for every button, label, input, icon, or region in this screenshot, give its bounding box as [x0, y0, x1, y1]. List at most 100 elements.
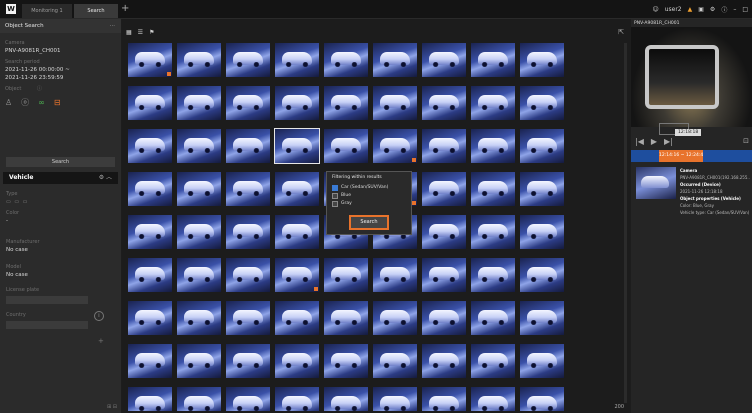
vehicle-thumbnail[interactable]: [274, 128, 320, 164]
vehicle-thumbnail[interactable]: [177, 215, 221, 249]
vehicle-thumbnail[interactable]: [226, 172, 270, 206]
search-button[interactable]: Search: [6, 157, 115, 167]
camera-value[interactable]: PNV-A9081R_CH001: [5, 47, 116, 55]
vehicle-thumbnail[interactable]: [275, 215, 319, 249]
vehicle-thumbnail[interactable]: [177, 43, 221, 77]
user-name[interactable]: user2: [665, 6, 682, 13]
vehicle-thumbnail[interactable]: [471, 215, 515, 249]
vehicle-thumbnail[interactable]: [275, 301, 319, 335]
grid-view-icon[interactable]: ▦: [126, 29, 132, 36]
vehicle-thumbnail[interactable]: [471, 301, 515, 335]
vehicle-thumbnail[interactable]: [373, 258, 417, 292]
vehicle-thumbnail[interactable]: [324, 387, 368, 411]
vehicle-thumbnail[interactable]: [324, 43, 368, 77]
vehicle-thumbnail[interactable]: [275, 43, 319, 77]
vehicle-thumbnail[interactable]: [128, 129, 172, 163]
vehicle-thumbnail[interactable]: [226, 86, 270, 120]
vehicle-thumbnail[interactable]: [373, 43, 417, 77]
lock-icon[interactable]: ▣: [698, 6, 704, 13]
vehicle-thumbnail[interactable]: [226, 301, 270, 335]
checkbox[interactable]: [332, 193, 338, 199]
add-tab-button[interactable]: +: [121, 3, 129, 15]
user-icon[interactable]: ☺: [652, 6, 658, 13]
manufacturer-value[interactable]: No case: [6, 246, 116, 254]
object-info-icon[interactable]: ⓘ: [37, 86, 42, 92]
list-view-icon[interactable]: ☰: [138, 29, 143, 36]
grid-scrollbar[interactable]: [624, 43, 627, 403]
vehicle-thumbnail[interactable]: [128, 344, 172, 378]
vehicle-thumbnail[interactable]: [177, 344, 221, 378]
vehicle-thumbnail[interactable]: [520, 215, 564, 249]
vehicle-thumbnail[interactable]: [324, 258, 368, 292]
vehicle-thumbnail[interactable]: [128, 301, 172, 335]
vehicle-thumbnail[interactable]: [471, 86, 515, 120]
export-icon[interactable]: ⊡: [743, 137, 749, 145]
collapse-icon[interactable]: ⚙ ︿: [99, 172, 112, 184]
vehicle-thumbnail[interactable]: [520, 301, 564, 335]
vehicle-thumbnail[interactable]: [471, 129, 515, 163]
vehicle-thumbnail[interactable]: [422, 43, 466, 77]
vehicle-thumbnail[interactable]: [128, 86, 172, 120]
vehicle-thumbnail[interactable]: [275, 86, 319, 120]
filter-option-blue[interactable]: Blue: [327, 192, 411, 200]
vehicle-thumbnail[interactable]: [226, 215, 270, 249]
vehicle-thumbnail[interactable]: [275, 258, 319, 292]
vehicle-type-icons[interactable]: ▭ ▭ ▭: [6, 198, 116, 206]
vehicle-thumbnail[interactable]: [520, 86, 564, 120]
filter-option-car[interactable]: Car (Sedan/SUV/Van): [327, 184, 411, 192]
vehicle-thumbnail[interactable]: [275, 172, 319, 206]
minimize-icon[interactable]: –: [733, 6, 736, 13]
vehicle-thumbnail[interactable]: [373, 301, 417, 335]
video-preview[interactable]: [631, 27, 752, 127]
panel-footer-icons[interactable]: ⊞ ⊟: [107, 404, 117, 410]
info-icon[interactable]: ⓘ: [721, 5, 727, 14]
country-input[interactable]: [6, 321, 88, 329]
vehicle-thumbnail[interactable]: [422, 301, 466, 335]
vehicle-thumbnail[interactable]: [177, 86, 221, 120]
plate-info-icon[interactable]: i: [94, 311, 104, 321]
more-options-icon[interactable]: ···: [110, 19, 115, 33]
vehicle-icon[interactable]: ⊟: [54, 98, 61, 107]
vehicle-thumbnail[interactable]: [422, 215, 466, 249]
bike-icon[interactable]: ∞: [38, 98, 45, 107]
timeline[interactable]: 12:14:16 ~ 12:24:47: [631, 150, 752, 162]
vehicle-thumbnail[interactable]: [471, 344, 515, 378]
vehicle-thumbnail[interactable]: [177, 129, 221, 163]
prev-icon[interactable]: |◀: [635, 137, 644, 146]
vehicle-thumbnail[interactable]: [226, 344, 270, 378]
vehicle-thumbnail[interactable]: [324, 129, 368, 163]
country-add-icon[interactable]: +: [98, 337, 104, 345]
vehicle-thumbnail[interactable]: [128, 258, 172, 292]
vehicle-thumbnail[interactable]: [373, 86, 417, 120]
settings-icon[interactable]: ⚙: [710, 6, 715, 13]
color-value[interactable]: -: [6, 217, 116, 225]
filter-search-button[interactable]: Search: [349, 215, 389, 230]
vehicle-thumbnail[interactable]: [520, 344, 564, 378]
vehicle-thumbnail[interactable]: [128, 387, 172, 411]
timeline-selection[interactable]: 12:14:16 ~ 12:24:47: [659, 150, 703, 162]
vehicle-thumbnail[interactable]: [373, 387, 417, 411]
vehicle-thumbnail[interactable]: [422, 86, 466, 120]
vehicle-thumbnail[interactable]: [226, 43, 270, 77]
vehicle-thumbnail[interactable]: [275, 344, 319, 378]
expand-icon[interactable]: ⇱: [618, 28, 624, 36]
flag-icon[interactable]: ⚑: [149, 29, 154, 36]
result-item[interactable]: Camera PNV-A9081R_CH001(192.168.255... O…: [631, 165, 752, 233]
license-plate-input[interactable]: [6, 296, 88, 304]
person-icon[interactable]: ♙: [5, 98, 12, 107]
model-value[interactable]: No case: [6, 271, 116, 279]
vehicle-thumbnail[interactable]: [422, 172, 466, 206]
checkbox[interactable]: [332, 201, 338, 207]
vehicle-thumbnail[interactable]: [422, 387, 466, 411]
notification-icon[interactable]: ▲: [688, 6, 693, 13]
vehicle-thumbnail[interactable]: [422, 258, 466, 292]
vehicle-thumbnail[interactable]: [177, 387, 221, 411]
vehicle-thumbnail[interactable]: [520, 43, 564, 77]
vehicle-thumbnail[interactable]: [373, 344, 417, 378]
vehicle-thumbnail[interactable]: [275, 387, 319, 411]
vehicle-thumbnail[interactable]: [373, 129, 417, 163]
play-icon[interactable]: ▶: [651, 137, 657, 146]
vehicle-thumbnail[interactable]: [471, 258, 515, 292]
vehicle-thumbnail[interactable]: [422, 129, 466, 163]
vehicle-thumbnail[interactable]: [520, 172, 564, 206]
